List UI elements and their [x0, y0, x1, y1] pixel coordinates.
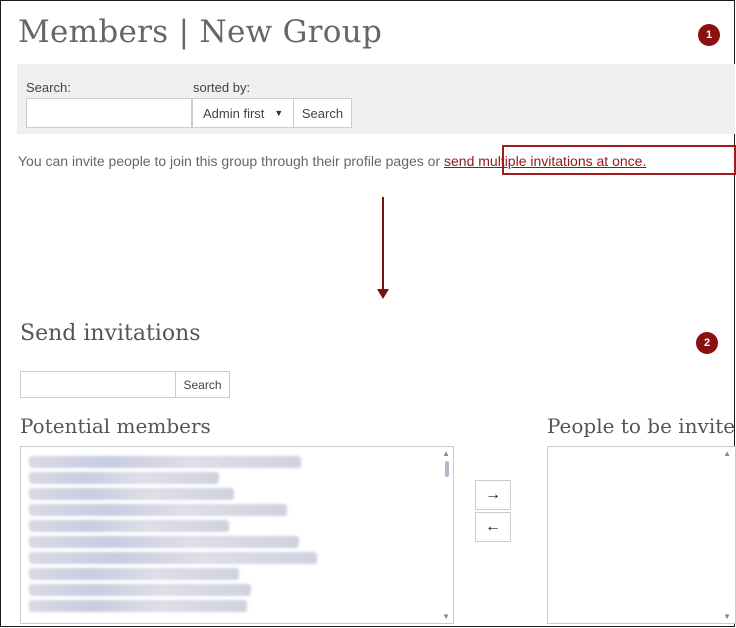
list-scrollbar-thumb[interactable]	[445, 461, 449, 477]
potential-members-heading: Potential members	[20, 414, 211, 438]
people-to-be-invited-list[interactable]: ▲ ▼	[547, 446, 736, 624]
list-item[interactable]	[29, 504, 287, 516]
remove-from-invited-button[interactable]: ←	[475, 512, 511, 542]
caret-down-icon: ▼	[274, 108, 284, 118]
invite-search-input[interactable]	[20, 371, 176, 398]
member-search-input[interactable]	[26, 98, 192, 128]
list-item[interactable]	[29, 552, 317, 564]
invite-info-prefix: You can invite people to join this group…	[18, 153, 444, 169]
list-item[interactable]	[29, 488, 234, 500]
scroll-up-icon[interactable]: ▲	[723, 449, 731, 458]
scroll-up-icon[interactable]: ▲	[442, 449, 450, 458]
list-item[interactable]	[29, 600, 247, 612]
list-item[interactable]	[29, 520, 229, 532]
add-to-invited-button[interactable]: →	[475, 480, 511, 510]
step-badge-1: 1	[698, 24, 720, 46]
send-invitations-heading: Send invitations	[20, 321, 201, 346]
list-item[interactable]	[29, 536, 299, 548]
sort-select-value: Admin first	[203, 105, 265, 121]
list-item[interactable]	[29, 584, 251, 596]
sort-select[interactable]: Admin first ▼	[192, 98, 294, 128]
list-item[interactable]	[29, 472, 219, 484]
people-to-be-invited-heading: People to be invited	[547, 414, 736, 438]
invite-search-button[interactable]: Search	[175, 371, 230, 398]
member-search-button[interactable]: Search	[293, 98, 352, 128]
down-arrow-icon	[382, 197, 384, 289]
search-label: Search:	[26, 80, 71, 95]
page-title: Members | New Group	[18, 14, 383, 50]
member-search-panel: Search: sorted by: Admin first ▼ Search	[17, 64, 735, 134]
list-item[interactable]	[29, 456, 301, 468]
potential-members-list[interactable]: ▲ ▼	[20, 446, 454, 624]
step-badge-2: 2	[696, 332, 718, 354]
scroll-down-icon[interactable]: ▼	[723, 612, 731, 621]
sorted-by-label: sorted by:	[193, 80, 251, 95]
list-item[interactable]	[29, 568, 239, 580]
scroll-down-icon[interactable]: ▼	[442, 612, 450, 621]
link-highlight-box	[502, 145, 736, 175]
down-arrow-head-icon	[377, 289, 389, 299]
